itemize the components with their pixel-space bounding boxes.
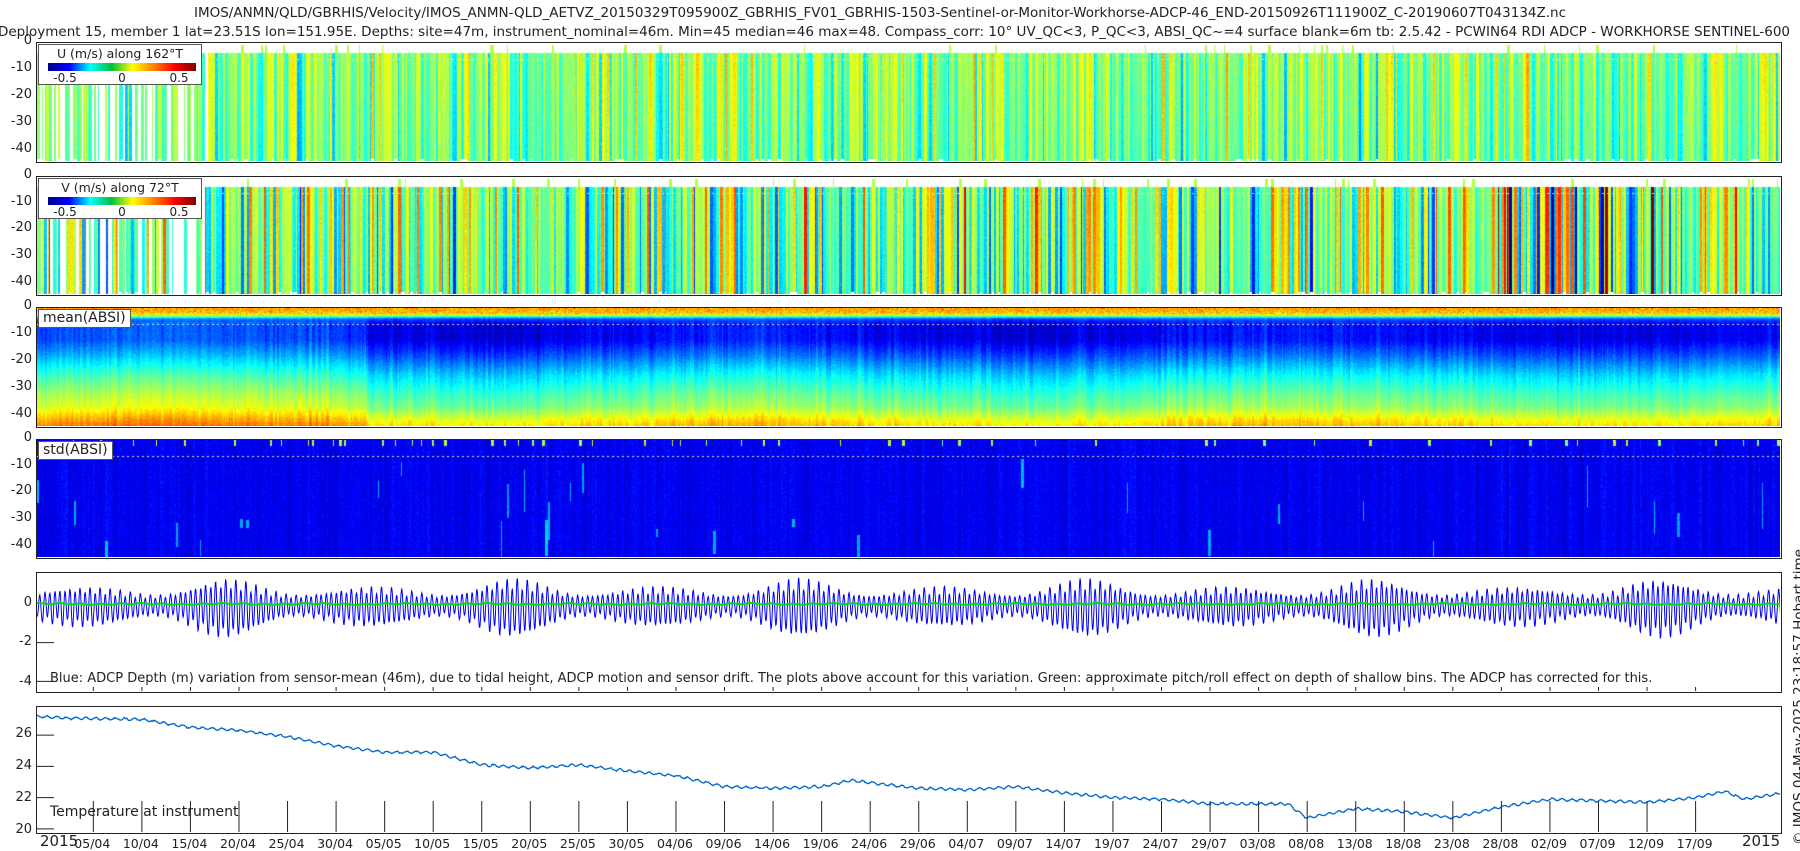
std-absi-panel: std(ABSI): [36, 439, 1782, 559]
x-tick-label: 25/04: [268, 836, 305, 851]
x-tick-label: 09/06: [705, 836, 742, 851]
y-tick-label: -2: [19, 634, 32, 650]
y-tick-label: -40: [10, 536, 32, 552]
u-colorbar: [48, 63, 196, 71]
x-tick-label: 17/09: [1676, 836, 1713, 851]
u-colorbar-tick: 0: [118, 71, 126, 85]
y-tick-label: -10: [10, 324, 32, 340]
y-tick-label: 0: [23, 298, 32, 313]
v-colorbar-tick: 0: [118, 205, 126, 219]
copyright-credit: © IMOS 04-May-2025 23:18:57 Hobart time: [1791, 549, 1800, 845]
u-colorbar-legend: U (m/s) along 162°T -0.5 0 0.5: [38, 44, 202, 85]
v-colorbar-tick: 0.5: [169, 205, 189, 219]
v-colorbar: [48, 197, 196, 205]
y-tick-label: -20: [10, 483, 32, 499]
x-tick-label: 04/07: [948, 836, 985, 851]
std-absi-label: std(ABSI): [38, 441, 113, 460]
x-tick-label: 13/08: [1336, 836, 1373, 851]
x-tick-label: 12/09: [1628, 836, 1665, 851]
u-colorbar-tick: 0.5: [169, 71, 189, 85]
y-tick-label: 0: [23, 430, 32, 445]
x-tick-label: 30/04: [317, 836, 354, 851]
v-velocity-heatmap: [37, 177, 1780, 294]
mean-absi-panel: mean(ABSI): [36, 307, 1782, 428]
y-tick-label: -20: [10, 86, 32, 102]
x-tick-label: 29/07: [1191, 836, 1228, 851]
x-tick-label: 15/05: [462, 836, 499, 851]
y-tick-label: 0: [23, 33, 32, 48]
x-tick-label: 30/05: [608, 836, 645, 851]
y-tick-label: -30: [10, 510, 32, 525]
x-tick-label: 05/05: [365, 836, 402, 851]
y-tick-label: 0: [23, 167, 32, 182]
depth-variation-note: Blue: ADCP Depth (m) variation from sens…: [50, 671, 1653, 686]
y-tick-label: 24: [15, 757, 32, 773]
x-tick-label: 20/05: [511, 836, 548, 851]
y-tick-label: 0: [23, 594, 32, 610]
x-tick-label: 19/07: [1093, 836, 1130, 851]
y-tick-label: -40: [10, 273, 32, 289]
u-velocity-heatmap: [37, 43, 1780, 161]
y-tick-label: -30: [10, 247, 32, 262]
depth-variation-line: [37, 577, 1780, 640]
x-tick-label: 15/04: [171, 836, 208, 851]
temperature-plot: [37, 714, 1780, 832]
x-tick-label: 14/07: [1045, 836, 1082, 851]
y-tick-label: 22: [15, 789, 32, 805]
u-velocity-panel: U (m/s) along 162°T -0.5 0 0.5: [36, 42, 1782, 163]
x-tick-label: 10/05: [414, 836, 451, 851]
x-tick-label: 07/09: [1579, 836, 1616, 851]
y-tick-label: -10: [10, 193, 32, 209]
x-tick-label: 28/08: [1482, 836, 1519, 851]
temperature-label: Temperature at instrument: [50, 804, 239, 820]
v-colorbar-tick: -0.5: [53, 205, 77, 219]
x-tick-label: 29/06: [899, 836, 936, 851]
temperature-panel: [36, 706, 1782, 834]
temperature-line: [37, 714, 1780, 820]
y-tick-label: -20: [10, 220, 32, 236]
pitch-roll-line: [37, 602, 1780, 606]
x-tick-label: 24/07: [1142, 836, 1179, 851]
y-tick-label: -20: [10, 351, 32, 367]
y-tick-label: 20: [15, 821, 32, 837]
y-tick-label: -40: [10, 140, 32, 156]
figure-title-metadata: Deployment 15, member 1 lat=23.51S lon=1…: [0, 24, 1790, 40]
std-absi-heatmap: [37, 440, 1780, 557]
x-year-right: 2015: [1742, 832, 1781, 850]
x-year-left: 2015: [40, 832, 79, 850]
x-tick-label: 09/07: [996, 836, 1033, 851]
u-legend-title: U (m/s) along 162°T: [56, 46, 184, 61]
x-tick-label: 08/08: [1288, 836, 1325, 851]
x-tick-label: 19/06: [802, 836, 839, 851]
x-tick-label: 23/08: [1433, 836, 1470, 851]
v-velocity-panel: V (m/s) along 72°T -0.5 0 0.5: [36, 176, 1782, 296]
x-tick-label: 24/06: [851, 836, 888, 851]
x-tick-label: 25/05: [559, 836, 596, 851]
x-tick-label: 20/04: [219, 836, 256, 851]
u-colorbar-tick: -0.5: [53, 71, 77, 85]
x-tick-label: 03/08: [1239, 836, 1276, 851]
x-tick-label: 02/09: [1530, 836, 1567, 851]
y-tick-label: 26: [15, 725, 32, 741]
x-tick-label: 18/08: [1385, 836, 1422, 851]
y-tick-label: -30: [10, 113, 32, 129]
y-tick-label: -30: [10, 378, 32, 394]
v-legend-title: V (m/s) along 72°T: [61, 180, 179, 195]
x-tick-label: 10/04: [122, 836, 159, 851]
x-tick-label: 14/06: [754, 836, 791, 851]
x-tick-label: 05/04: [74, 836, 111, 851]
mean-absi-label: mean(ABSI): [38, 309, 131, 328]
mean-absi-heatmap: [37, 308, 1780, 426]
x-tick-label: 04/06: [656, 836, 693, 851]
y-tick-label: -10: [10, 456, 32, 472]
figure-title-path: IMOS/ANMN/QLD/GBRHIS/Velocity/IMOS_ANMN-…: [193, 5, 1567, 21]
y-tick-label: -10: [10, 59, 32, 75]
y-tick-label: -40: [10, 405, 32, 421]
v-colorbar-legend: V (m/s) along 72°T -0.5 0 0.5: [38, 178, 202, 219]
y-tick-label: -4: [19, 674, 32, 690]
